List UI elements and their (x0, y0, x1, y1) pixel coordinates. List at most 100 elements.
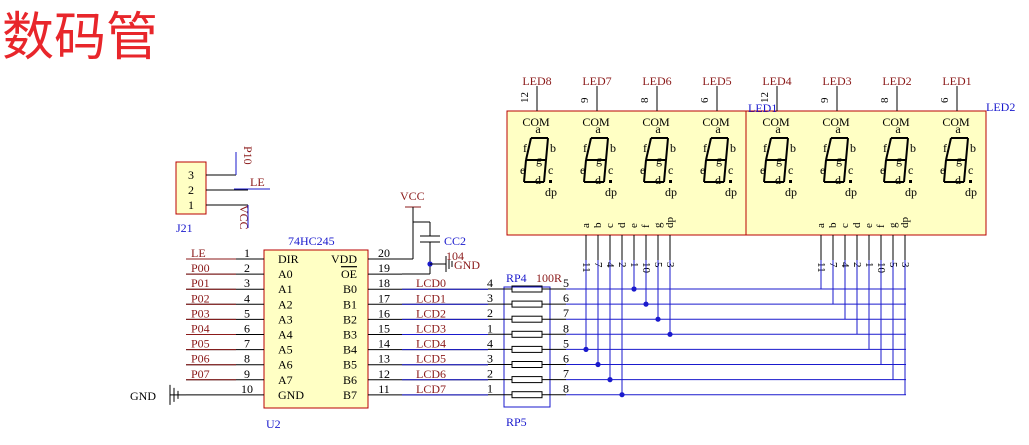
com-pin-number: 8 (879, 97, 891, 103)
u2-pin-number: 2 (244, 261, 250, 275)
seg-pin-label: g (652, 222, 664, 228)
rp-pin-number: 4 (487, 336, 493, 350)
u2-ref: U2 (266, 417, 281, 431)
com-pin-number: 8 (639, 97, 651, 103)
digit-seg-f: f (703, 141, 707, 155)
rp-pin-number: 7 (563, 367, 569, 381)
u2-pin-number: 3 (244, 276, 250, 290)
led-label: LED1 (942, 74, 971, 88)
u2-pin-name: DIR (278, 252, 299, 266)
seg-pin-label: a (815, 223, 827, 228)
u2-pin-name: B5 (343, 358, 357, 372)
digit-seg-g: g (956, 153, 962, 167)
digit-seg-e: e (580, 163, 585, 177)
gnd-label: GND (130, 389, 156, 403)
seg-pin-label: e (863, 223, 875, 228)
seg-pin-label: a (580, 223, 592, 228)
u2-pin-name: A4 (278, 328, 293, 342)
led-module-right (745, 110, 987, 236)
seg-pin-label: f (640, 224, 652, 228)
digit-dp-dot (909, 180, 912, 183)
u2-pin-name: B6 (343, 373, 357, 387)
digit-dp-dot (669, 180, 672, 183)
u2-pin-number: 15 (378, 322, 390, 336)
led-label: LED2 (882, 74, 911, 88)
led-label: LED7 (582, 74, 611, 88)
rp4-value: 100R (536, 271, 562, 285)
u2-net-label: LCD6 (416, 367, 446, 381)
u2-pin-number: 14 (378, 337, 390, 351)
digit-seg-d: d (955, 173, 961, 187)
u2-net-label: LCD5 (416, 352, 446, 366)
digit-seg-d: d (655, 173, 661, 187)
u2-pin-name: B3 (343, 328, 357, 342)
u2-pin-number: 10 (241, 382, 253, 396)
digit-seg-a: a (895, 122, 901, 136)
digit-seg-b: b (610, 141, 616, 155)
digit-dp-dot (549, 180, 552, 183)
digit-seg-g: g (716, 153, 722, 167)
u2-pin-name: B4 (343, 343, 357, 357)
digit-seg-g: g (536, 153, 542, 167)
digit-seg-g: g (896, 153, 902, 167)
com-pin-number: 6 (699, 97, 711, 103)
resistor-element (511, 361, 543, 368)
u2-pin-name: A2 (278, 297, 293, 311)
digit-seg-c: c (608, 163, 613, 177)
u2-pin-name: B0 (343, 282, 357, 296)
digit-seg-a: a (955, 122, 961, 136)
digit-seg-a: a (655, 122, 661, 136)
junction-dot (595, 361, 601, 368)
u2-pin-name: VDD (331, 252, 357, 266)
digit-seg-a: a (715, 122, 721, 136)
u2-net-label: LCD0 (416, 276, 446, 290)
resistor-element (511, 376, 543, 384)
digit-seg-dp: dp (725, 185, 737, 199)
digit-seg-e: e (760, 163, 765, 177)
schematic-diagram: 321P10LEVCCJ2174HC245U21 DIRLE2 A0P003 A1P0… (130, 74, 1015, 431)
digit-seg-b: b (730, 141, 736, 155)
digit-seg-d: d (835, 173, 841, 187)
u2-pin-number: 18 (378, 276, 390, 290)
digit-seg-dp: dp (905, 185, 917, 199)
j21-net-p10: P10 (241, 146, 255, 165)
u2-pin-number: 8 (244, 352, 250, 366)
junction-dot (607, 377, 613, 383)
led-label: LED4 (762, 74, 791, 88)
digit-dp-dot (849, 180, 852, 183)
u2-pin-name: A0 (278, 267, 293, 281)
u2-pin-number: 1 (244, 246, 250, 260)
seg-pin-label: e (628, 223, 640, 228)
rp-pin-number: 5 (563, 336, 569, 350)
u2-pin-name: B1 (343, 297, 357, 311)
rp-pin-number: 8 (563, 382, 569, 396)
digit-seg-c: c (728, 163, 733, 177)
seg-pin-label: c (604, 223, 616, 228)
digit-seg-b: b (790, 141, 796, 155)
rp-pin-number: 4 (487, 276, 493, 290)
rp-pin-number: 8 (563, 321, 569, 335)
digit-seg-f: f (943, 141, 947, 155)
digit-seg-a: a (775, 122, 781, 136)
seg-pin-label: g (887, 222, 899, 228)
led-label: LED3 (822, 74, 851, 88)
seg-pin-label: dp (664, 217, 676, 229)
rp-pin-number: 2 (487, 306, 493, 320)
u2-net-label: P02 (191, 291, 210, 305)
seg-pin-label: b (827, 222, 839, 228)
digit-seg-b: b (910, 141, 916, 155)
u2-pin-name: B2 (343, 312, 357, 326)
digit-seg-c: c (848, 163, 853, 177)
rp-pin-number: 1 (487, 321, 493, 335)
rp-pin-number: 3 (487, 352, 493, 366)
digit-seg-c: c (668, 163, 673, 177)
digit-seg-f: f (643, 141, 647, 155)
digit-seg-d: d (595, 173, 601, 187)
u2-net-label: P04 (191, 322, 210, 336)
rp-pin-number: 1 (487, 382, 493, 396)
rp-pin-number: 6 (563, 291, 569, 305)
u2-net-label: P01 (191, 276, 210, 290)
resistor-element (511, 300, 543, 308)
digit-seg-dp: dp (665, 185, 677, 199)
digit-dp-dot (789, 180, 792, 183)
